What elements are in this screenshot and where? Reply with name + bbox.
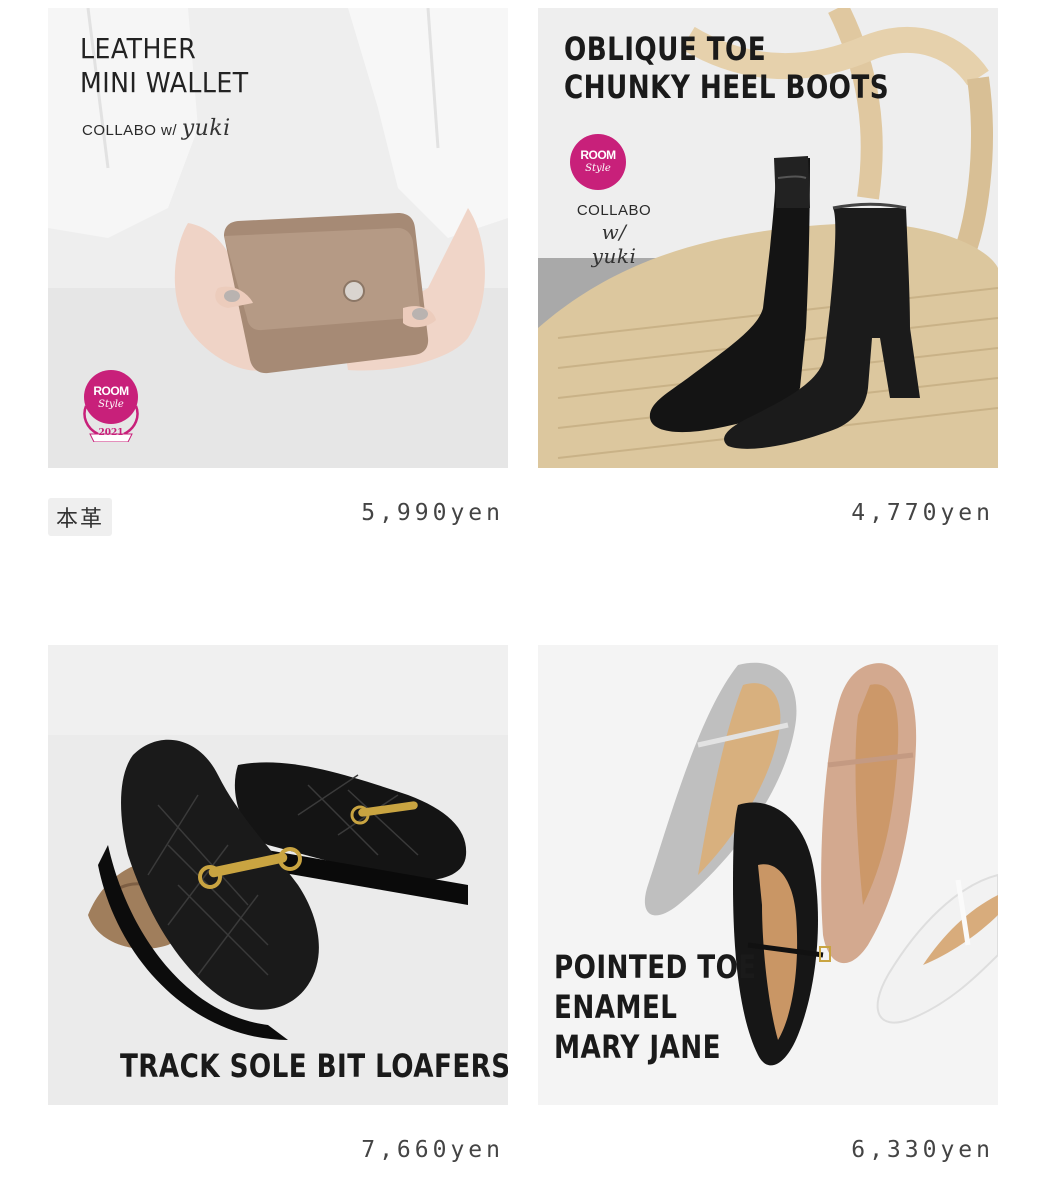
collab-label: COLLABO w/ yuki xyxy=(564,202,664,268)
headline-line: MARY JANE xyxy=(554,1028,721,1066)
room-style-badge: ROOM Style xyxy=(568,134,628,194)
badge-circle: ROOM Style xyxy=(570,134,626,190)
headline-line: MINI WALLET xyxy=(80,65,249,99)
badge-style-text: Style xyxy=(585,163,611,174)
product-headline: POINTED TOE ENAMEL MARY JANE xyxy=(554,947,757,1067)
collab-prefix: COLLABO xyxy=(576,202,652,219)
badge-year: 2021 xyxy=(98,428,124,438)
product-headline: TRACK SOLE BIT LOAFERS xyxy=(120,1047,508,1085)
product-image-bit-loafers[interactable]: TRACK SOLE BIT LOAFERS xyxy=(48,645,508,1105)
collab-label: COLLABO w/ yuki xyxy=(82,116,231,141)
material-tag: 本革 xyxy=(48,498,113,536)
loafers-photo xyxy=(48,645,508,1105)
collab-name: yuki xyxy=(181,116,231,141)
product-meta: 本革 5,990yen xyxy=(48,498,508,558)
product-price: 6,330yen xyxy=(851,1137,994,1163)
product-image-mary-jane[interactable]: POINTED TOE ENAMEL MARY JANE xyxy=(538,645,998,1105)
headline-line: POINTED TOE xyxy=(554,948,757,986)
product-meta: 6,330yen xyxy=(538,1135,998,1195)
product-headline: LEATHER MINI WALLET xyxy=(80,32,249,99)
badge-room-text: ROOM xyxy=(93,384,129,398)
headline-line: TRACK SOLE BIT LOAFERS xyxy=(120,1047,508,1085)
badge-room-text: ROOM xyxy=(580,148,616,162)
collab-prefix: COLLABO w/ xyxy=(82,122,178,139)
product-price: 5,990yen xyxy=(361,500,504,526)
product-image-chunky-heel-boots[interactable]: OBLIQUE TOE CHUNKY HEEL BOOTS ROOM Style… xyxy=(538,8,998,468)
product-card-mini-wallet[interactable]: LEATHER MINI WALLET COLLABO w/ yuki ROOM… xyxy=(48,8,508,558)
room-style-badge: ROOM Style 2021 xyxy=(76,370,146,442)
product-card-bit-loafers[interactable]: TRACK SOLE BIT LOAFERS 7,660yen xyxy=(48,645,508,1195)
badge-circle: ROOM Style xyxy=(84,370,138,424)
product-card-chunky-heel-boots[interactable]: OBLIQUE TOE CHUNKY HEEL BOOTS ROOM Style… xyxy=(538,8,998,558)
headline-line: OBLIQUE TOE xyxy=(564,30,767,68)
product-card-mary-jane[interactable]: POINTED TOE ENAMEL MARY JANE 6,330yen xyxy=(538,645,998,1195)
collab-w: w/ xyxy=(601,220,627,244)
product-meta: 7,660yen xyxy=(48,1135,508,1195)
product-price: 7,660yen xyxy=(361,1137,504,1163)
headline-line: LEATHER xyxy=(80,32,197,65)
product-meta: 4,770yen xyxy=(538,498,998,558)
badge-style-text: Style xyxy=(98,399,124,410)
headline-line: CHUNKY HEEL BOOTS xyxy=(564,68,890,107)
product-headline: OBLIQUE TOE CHUNKY HEEL BOOTS xyxy=(564,30,889,107)
product-price: 4,770yen xyxy=(851,500,994,526)
product-image-mini-wallet[interactable]: LEATHER MINI WALLET COLLABO w/ yuki ROOM… xyxy=(48,8,508,468)
collab-name: yuki xyxy=(591,244,637,268)
headline-line: ENAMEL xyxy=(554,988,678,1026)
